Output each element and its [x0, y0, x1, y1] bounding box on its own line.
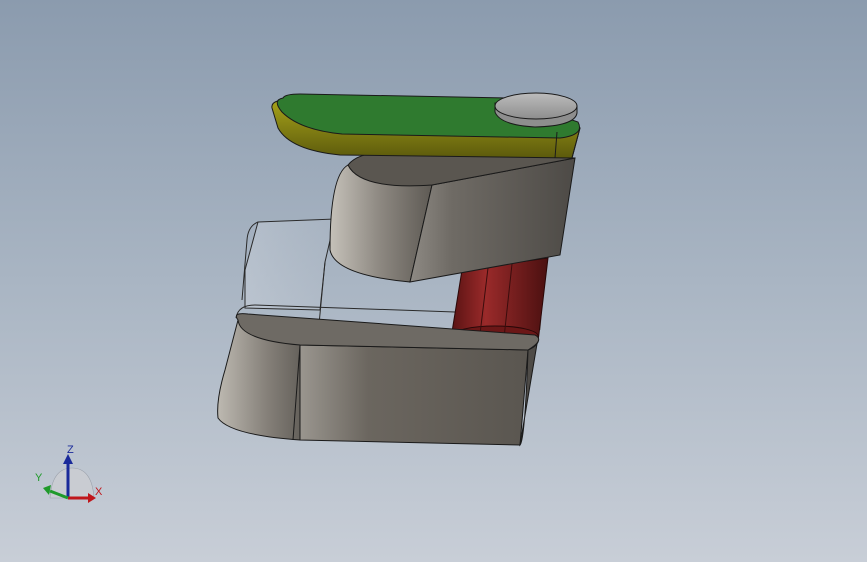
cad-model[interactable]: [0, 0, 867, 562]
x-axis-label: X: [95, 486, 103, 498]
z-axis-label: Z: [67, 444, 74, 456]
graphics-viewport[interactable]: X Y Z: [0, 0, 867, 562]
orientation-triad[interactable]: X Y Z: [30, 440, 110, 510]
base-block[interactable]: [217, 313, 540, 447]
y-axis-label: Y: [35, 472, 43, 484]
round-cap[interactable]: [494, 92, 578, 128]
